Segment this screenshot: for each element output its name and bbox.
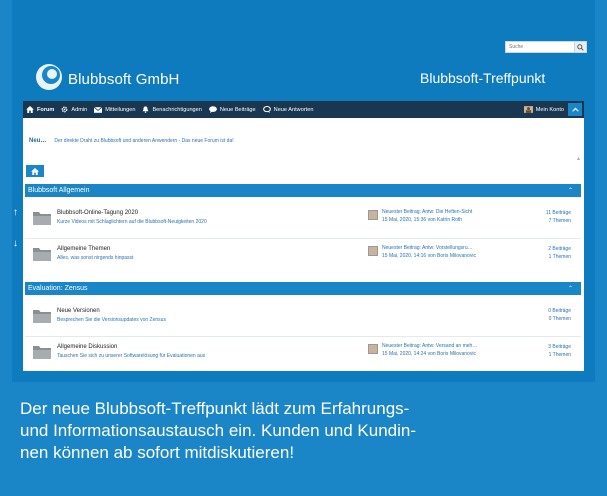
forum-title[interactable]: Neue Versionen <box>57 308 100 314</box>
nav-mein-konto[interactable]: Mein Konto <box>523 106 564 113</box>
collapse-header-button[interactable] <box>568 103 582 116</box>
news-label: Neu… <box>29 138 47 144</box>
divider <box>25 336 581 337</box>
last-post-title[interactable]: Neuester Beitrag: Antw: Vorstellungsru… <box>382 245 473 251</box>
forum-row: Blubbsoft-Online-Tagung 2020 Kurze Video… <box>25 206 581 234</box>
nav-neue-antworten-label: Neue Antworten <box>273 106 314 113</box>
nav-mitteilungen-label: Mitteilungen <box>105 106 136 113</box>
chevron-up-icon <box>571 107 579 112</box>
bell-icon <box>143 106 149 113</box>
forum-content: Neu… Der direkte Draht zu Blubbsoft und … <box>23 118 584 371</box>
folder-icon <box>33 346 51 359</box>
last-post-meta[interactable]: 15 Mai, 2020, 14:24 von Boris Milovanovi… <box>382 351 476 357</box>
caret-up-icon[interactable]: ▴ <box>577 155 580 162</box>
last-post-meta[interactable]: 15 Mai, 2020, 14:16 von Boris Milovanovi… <box>382 253 476 259</box>
forum-title[interactable]: Allgemeine Diskussion <box>57 344 117 350</box>
section-title: Blubbsoft Allgemein <box>28 187 90 194</box>
home-icon <box>31 167 39 175</box>
arrow-up-icon: ↑ <box>13 207 18 218</box>
news-ticker: Neu… Der direkte Draht zu Blubbsoft und … <box>29 138 234 144</box>
search-icon <box>577 43 584 51</box>
logo-text: Blubbsoft GmbH <box>68 70 180 88</box>
nav-forum-label: Forum <box>37 106 55 113</box>
folder-icon <box>33 248 51 261</box>
post-count: 3 Beiträge <box>548 344 571 350</box>
post-count: 0 Beiträge <box>548 308 571 314</box>
caption-text: Der neue Blubbsoft-Treffpunkt lädt zum E… <box>20 398 595 464</box>
avatar <box>368 344 378 354</box>
folder-icon <box>33 212 51 225</box>
topic-count: 1 Themen <box>548 352 571 358</box>
news-text[interactable]: Der direkte Draht zu Blubbsoft und ander… <box>54 138 233 144</box>
nav-admin[interactable]: Admin <box>61 106 87 113</box>
avatar <box>368 246 378 256</box>
caption-line-1: Der neue Blubbsoft-Treffpunkt lädt zum E… <box>20 399 410 418</box>
home-icon <box>26 106 34 113</box>
envelope-icon <box>94 106 103 113</box>
forum-description[interactable]: Kurze Videos mit Schlaglichtern auf die … <box>57 219 207 225</box>
nav-neue-beitraege-label: Neue Beiträge <box>219 106 256 113</box>
divider <box>25 238 581 239</box>
search-button[interactable] <box>574 42 586 52</box>
forum-title[interactable]: Blubbsoft-Online-Tagung 2020 <box>57 210 138 216</box>
reply-icon <box>262 106 271 113</box>
avatar-icon <box>523 106 533 113</box>
post-count: 2 Beiträge <box>548 246 571 252</box>
section-header-blubbsoft-allgemein[interactable]: Blubbsoft Allgemein ⌃ <box>25 184 581 197</box>
nav-mitteilungen[interactable]: Mitteilungen <box>94 106 136 113</box>
main-navbar: Forum Admin Mitteilungen Benachrichtigun… <box>23 101 584 118</box>
nav-forum[interactable]: Forum <box>26 106 54 113</box>
breadcrumb-home-button[interactable] <box>26 165 44 177</box>
nav-benachrichtigungen-label: Benachrichtigungen <box>152 106 202 113</box>
nav-admin-label: Admin <box>71 106 88 113</box>
nav-neue-beitraege[interactable]: Neue Beiträge <box>209 106 256 113</box>
search-input[interactable] <box>506 42 574 52</box>
forum-row: Allgemeine Diskussion Tauschen Sie sich … <box>25 340 581 368</box>
forum-row: Allgemeine Themen Alles, was sonst nirge… <box>25 242 581 270</box>
forum-row: Neue Versionen Besprechen Sie die Versio… <box>25 304 581 332</box>
caption-line-3: nen können ab sofort mitdiskutieren! <box>20 443 295 462</box>
topic-count: 1 Themen <box>548 254 571 260</box>
site-title: Blubbsoft-Treffpunkt <box>420 70 546 86</box>
nav-benachrichtigungen[interactable]: Benachrichtigungen <box>142 106 202 113</box>
last-post-meta[interactable]: 15 Mai, 2020, 15:36 von Katrin Roth <box>382 217 462 223</box>
forum-description[interactable]: Besprechen Sie die Versionsupdates von Z… <box>57 317 166 323</box>
last-post-title[interactable]: Neuester Beitrag: Antw: Die Heften-Sicht <box>382 209 472 215</box>
forum-description[interactable]: Tauschen Sie sich zu unserer Softwarelös… <box>57 353 205 359</box>
section-header-evaluation-zensus[interactable]: Evaluation: Zensus ⌃ <box>25 282 581 295</box>
arrow-down-icon: ↓ <box>13 238 18 249</box>
section-title: Evaluation: Zensus <box>28 285 88 292</box>
chevron-up-icon[interactable]: ⌃ <box>568 285 573 292</box>
last-post-title[interactable]: Neuester Beitrag: Antw: Versand an meh… <box>382 343 477 349</box>
site-logo[interactable]: Blubbsoft GmbH <box>35 63 179 91</box>
nav-neue-antworten[interactable]: Neue Antworten <box>262 106 314 113</box>
topic-count: 7 Themen <box>548 218 571 224</box>
caption-line-2: und Informationsaustausch ein. Kunden un… <box>20 421 416 440</box>
gear-icon <box>61 106 68 113</box>
folder-icon <box>33 310 51 323</box>
forum-title[interactable]: Allgemeine Themen <box>57 246 110 252</box>
chevron-up-icon[interactable]: ⌃ <box>568 187 573 194</box>
topic-count: 0 Themen <box>548 316 571 322</box>
blubbsoft-logo-icon <box>36 64 62 90</box>
avatar <box>368 210 378 220</box>
forum-description[interactable]: Alles, was sonst nirgends hinpasst <box>57 255 133 261</box>
post-count: 11 Beiträge <box>545 210 571 216</box>
speech-icon <box>209 106 217 113</box>
nav-mein-konto-label: Mein Konto <box>535 106 564 113</box>
search-box[interactable] <box>505 41 587 53</box>
